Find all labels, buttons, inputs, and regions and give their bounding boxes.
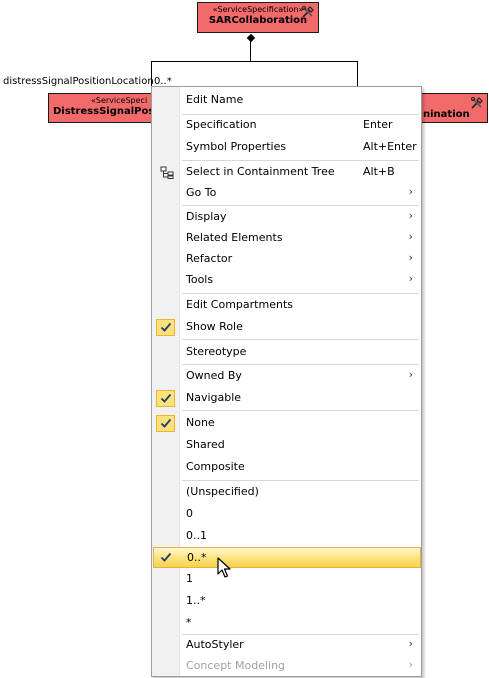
- menu-item-label: Owned By: [186, 369, 242, 382]
- menu-separator: [182, 480, 419, 481]
- menu-item-edit-compartments[interactable]: Edit Compartments: [153, 295, 421, 316]
- class-name: DistressSignalPos: [53, 106, 155, 117]
- tools-icon: [471, 97, 483, 109]
- stereotype-label: «ServiceSpecification»: [212, 5, 304, 14]
- submenu-arrow-icon: ›: [408, 368, 413, 381]
- menu-item-label: Stereotype: [186, 345, 247, 358]
- menu-item-related-elements[interactable]: Related Elements ›: [153, 228, 421, 249]
- menu-item-symbol-properties[interactable]: Symbol Properties Alt+Enter: [153, 137, 421, 158]
- menu-item-multiplicity-0-1[interactable]: 0..1: [153, 526, 421, 547]
- menu-item-label: AutoStyler: [186, 638, 244, 651]
- menu-item-label: 0..*: [187, 551, 207, 564]
- menu-item-shortcut: Alt+B: [363, 165, 395, 178]
- checkmark-icon: [157, 550, 176, 567]
- submenu-arrow-icon: ›: [408, 251, 413, 264]
- menu-item-label: (Unspecified): [186, 485, 259, 498]
- menu-item-multiplicity-many[interactable]: *: [153, 613, 421, 634]
- menu-item-aggregation-composite[interactable]: Composite: [153, 457, 421, 478]
- submenu-arrow-icon: ›: [408, 185, 413, 198]
- menu-item-display[interactable]: Display ›: [153, 207, 421, 228]
- stereotype-label: «ServiceSpeci: [91, 96, 148, 105]
- menu-item-label: Edit Name: [186, 93, 244, 106]
- menu-item-shortcut: Alt+Enter: [363, 140, 417, 153]
- menu-item-multiplicity-0-many[interactable]: 0..*: [153, 547, 421, 568]
- menu-item-aggregation-shared[interactable]: Shared: [153, 435, 421, 456]
- menu-item-label: Shared: [186, 438, 225, 451]
- menu-item-label: Navigable: [186, 391, 242, 404]
- submenu-arrow-icon: ›: [408, 230, 413, 243]
- menu-item-owned-by[interactable]: Owned By ›: [153, 366, 421, 387]
- menu-item-multiplicity-unspecified[interactable]: (Unspecified): [153, 482, 421, 503]
- menu-item-label: Concept Modeling: [186, 659, 286, 672]
- tools-icon: [302, 6, 314, 18]
- menu-item-multiplicity-0[interactable]: 0: [153, 504, 421, 525]
- submenu-arrow-icon: ›: [408, 658, 413, 671]
- submenu-arrow-icon: ›: [408, 637, 413, 650]
- checkmark-icon: [156, 390, 175, 407]
- menu-separator: [182, 339, 419, 340]
- composition-diamond: [246, 33, 256, 43]
- menu-item-label: Related Elements: [186, 231, 283, 244]
- menu-item-multiplicity-1-many[interactable]: 1..*: [153, 591, 421, 612]
- menu-separator: [182, 293, 419, 294]
- menu-item-label: Show Role: [186, 320, 243, 333]
- class-name: SARCollaboration: [208, 15, 308, 26]
- menu-item-specification[interactable]: Specification Enter: [153, 115, 421, 136]
- connector-line: [151, 61, 358, 62]
- menu-item-concept-modeling: Concept Modeling ›: [153, 656, 421, 677]
- menu-item-label: *: [186, 616, 192, 629]
- menu-item-refactor[interactable]: Refactor ›: [153, 249, 421, 270]
- context-menu: Edit Name Specification Enter Symbol Pro…: [151, 86, 422, 677]
- menu-item-label: Go To: [186, 186, 217, 199]
- menu-item-aggregation-none[interactable]: None: [153, 413, 421, 434]
- menu-item-multiplicity-1[interactable]: 1: [153, 569, 421, 590]
- checkmark-icon: [156, 415, 175, 432]
- connector-line: [250, 40, 251, 62]
- menu-item-shortcut: Enter: [363, 118, 393, 131]
- menu-item-label: Tools: [186, 273, 214, 286]
- menu-item-stereotype[interactable]: Stereotype: [153, 342, 421, 363]
- submenu-arrow-icon: ›: [408, 209, 413, 222]
- menu-item-navigable[interactable]: Navigable: [153, 388, 421, 409]
- menu-separator: [182, 410, 419, 411]
- menu-item-label: Refactor: [186, 252, 233, 265]
- right-service-box[interactable]: nination: [418, 93, 488, 123]
- menu-separator: [182, 205, 419, 206]
- menu-item-label: Specification: [186, 118, 257, 131]
- checkmark-icon: [156, 319, 175, 336]
- menu-item-label: Composite: [186, 460, 245, 473]
- menu-item-select-in-containment-tree[interactable]: Select in Containment Tree Alt+B: [153, 162, 421, 183]
- menu-item-label: Select in Containment Tree: [186, 165, 335, 178]
- menu-item-label: Symbol Properties: [186, 140, 287, 153]
- menu-item-tools[interactable]: Tools ›: [153, 270, 421, 291]
- menu-item-label: 1..*: [186, 594, 206, 607]
- menu-item-autostyler[interactable]: AutoStyler ›: [153, 635, 421, 656]
- menu-item-label: 0: [186, 507, 193, 520]
- containment-tree-icon: [160, 166, 174, 179]
- menu-item-label: 0..1: [186, 529, 207, 542]
- class-name: nination: [423, 109, 470, 120]
- sar-collaboration-box[interactable]: «ServiceSpecification» SARCollaboration: [197, 2, 319, 33]
- menu-item-label: Display: [186, 210, 227, 223]
- submenu-arrow-icon: ›: [408, 272, 413, 285]
- menu-item-label: 1: [186, 572, 193, 585]
- menu-item-label: Edit Compartments: [186, 298, 293, 311]
- menu-item-show-role[interactable]: Show Role: [153, 317, 421, 338]
- menu-item-go-to[interactable]: Go To ›: [153, 183, 421, 204]
- menu-separator: [182, 364, 419, 365]
- association-role-label: distressSignalPositionLocation: [3, 76, 154, 87]
- menu-separator: [182, 160, 419, 161]
- menu-item-label: None: [186, 416, 215, 429]
- distress-signal-box[interactable]: «ServiceSpeci DistressSignalPos: [48, 93, 158, 123]
- menu-item-edit-name[interactable]: Edit Name: [153, 90, 421, 111]
- mouse-cursor-icon: [217, 557, 231, 578]
